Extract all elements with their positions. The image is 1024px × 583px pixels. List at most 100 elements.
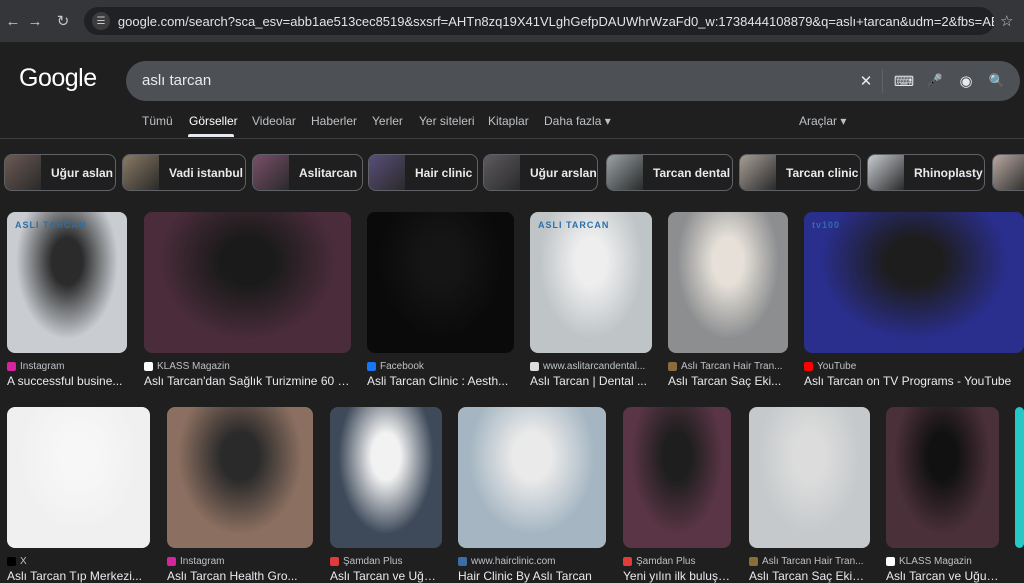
address-bar[interactable]: ☰ google.com/search?sca_esv=abb1ae513cec… xyxy=(84,7,994,35)
related-chip[interactable]: Tarcan clinic xyxy=(739,154,861,191)
image-result-thumbnail[interactable] xyxy=(458,407,606,548)
source-name: Instagram xyxy=(20,361,65,372)
tab-places[interactable]: Yerler xyxy=(372,114,403,128)
url-text[interactable]: google.com/search?sca_esv=abb1ae513cec85… xyxy=(118,14,994,29)
forward-icon[interactable]: → xyxy=(22,0,48,42)
bookmark-star-icon[interactable]: ☆ xyxy=(1000,12,1013,30)
image-result-thumbnail[interactable] xyxy=(886,407,999,548)
result-title[interactable]: Aslı Tarcan Health Gro... xyxy=(167,569,313,583)
tab-images[interactable]: Görseller xyxy=(189,114,238,128)
tab-books[interactable]: Kitaplar xyxy=(488,114,529,128)
image-result-thumbnail[interactable] xyxy=(749,407,870,548)
related-chip[interactable]: Uğur arslan xyxy=(483,154,598,191)
source-name: Şamdan Plus xyxy=(343,556,403,567)
related-chip[interactable]: Hair clinic xyxy=(368,154,478,191)
result-title[interactable]: Aslı Tarcan'dan Sağlık Turizmine 60 M... xyxy=(144,374,351,388)
image-result-thumbnail[interactable] xyxy=(144,212,351,353)
keyboard-icon[interactable]: ⌨ xyxy=(894,71,914,91)
search-icon[interactable]: 🔍 xyxy=(987,71,1007,91)
source-name: YouTube xyxy=(817,361,857,372)
image-result-thumbnail[interactable] xyxy=(623,407,731,548)
tab-videos[interactable]: Videolar xyxy=(252,114,296,128)
chip-thumbnail xyxy=(5,155,41,190)
related-chip[interactable]: Tarcan dental xyxy=(606,154,733,191)
google-logo[interactable]: Google xyxy=(19,64,97,93)
related-chip[interactable] xyxy=(992,154,1024,191)
favicon-icon xyxy=(749,557,758,566)
browser-toolbar: ← → ↻ ☰ google.com/search?sca_esv=abb1ae… xyxy=(0,0,1024,42)
related-chip[interactable]: Aslitarcan xyxy=(252,154,363,191)
result-title[interactable]: Aslı Tarcan | Dental ... xyxy=(530,374,652,388)
result-source[interactable]: YouTube xyxy=(804,361,1024,372)
source-name: KLASS Magazin xyxy=(157,361,230,372)
chip-thumbnail xyxy=(123,155,159,190)
favicon-icon xyxy=(886,557,895,566)
lens-icon[interactable]: ◉ xyxy=(956,71,976,91)
result-title[interactable]: Aslı Tarcan on TV Programs - YouTube xyxy=(804,374,1024,388)
chip-label: Uğur arslan xyxy=(530,165,597,180)
image-result-thumbnail[interactable] xyxy=(1015,407,1024,548)
image-result-thumbnail[interactable] xyxy=(330,407,442,548)
tab-more[interactable]: Daha fazla ▾ xyxy=(544,114,611,128)
site-info-icon[interactable]: ☰ xyxy=(92,12,110,30)
source-name: Facebook xyxy=(380,361,424,372)
result-source[interactable]: X xyxy=(7,556,150,567)
search-input[interactable]: aslı tarcan xyxy=(142,72,211,89)
result-source[interactable]: Aslı Tarcan Hair Tran... xyxy=(749,556,870,567)
tab-all[interactable]: Tümü xyxy=(142,114,173,128)
result-title[interactable]: A successful busine... xyxy=(7,374,127,388)
chip-label: Rhinoplasty xyxy=(914,165,983,180)
source-name: Instagram xyxy=(180,556,225,567)
favicon-icon xyxy=(367,362,376,371)
result-source[interactable]: Şamdan Plus xyxy=(330,556,442,567)
image-result-thumbnail[interactable] xyxy=(167,407,313,548)
favicon-icon xyxy=(330,557,339,566)
chip-label: Aslitarcan xyxy=(299,165,358,180)
related-chip[interactable]: Vadi istanbul xyxy=(122,154,246,191)
result-title[interactable]: Aslı Tarcan ve Uğur A... xyxy=(330,569,442,583)
result-source[interactable]: Aslı Tarcan Hair Tran... xyxy=(668,361,788,372)
image-result-thumbnail[interactable] xyxy=(367,212,514,353)
result-title[interactable]: Hair Clinic By Aslı Tarcan xyxy=(458,569,606,583)
result-source[interactable]: Facebook xyxy=(367,361,514,372)
result-title[interactable]: Aslı Tarcan Tıp Merkezi... xyxy=(7,569,150,583)
image-result-thumbnail[interactable] xyxy=(7,407,150,548)
reload-icon[interactable]: ↻ xyxy=(50,0,76,42)
image-result-thumbnail[interactable]: ASLI TARCAN xyxy=(7,212,127,353)
source-name: Aslı Tarcan Hair Tran... xyxy=(762,556,864,567)
mic-icon[interactable]: 🎤 xyxy=(925,71,945,91)
related-chip[interactable]: Uğur aslan xyxy=(4,154,116,191)
favicon-icon xyxy=(458,557,467,566)
result-source[interactable]: KLASS Magazin xyxy=(144,361,351,372)
result-title[interactable]: Yeni yılın ilk buluşması xyxy=(623,569,731,583)
favicon-icon xyxy=(167,557,176,566)
related-chip[interactable]: Rhinoplasty xyxy=(867,154,985,191)
result-source[interactable]: www.aslitarcandental... xyxy=(530,361,652,372)
tools-button[interactable]: Araçlar ▾ xyxy=(799,114,846,128)
image-result-thumbnail[interactable]: ASLI TARCAN xyxy=(530,212,652,353)
favicon-icon xyxy=(530,362,539,371)
result-source[interactable]: Şamdan Plus xyxy=(623,556,731,567)
result-source[interactable]: KLASS Magazin xyxy=(886,556,999,567)
source-name: KLASS Magazin xyxy=(899,556,972,567)
tab-news[interactable]: Haberler xyxy=(311,114,357,128)
result-title[interactable]: Aslı Tarcan Saç Ekimi... xyxy=(749,569,870,583)
result-title[interactable]: Aslı Tarcan ve Uğur ... xyxy=(886,569,999,583)
chip-label: Tarcan dental xyxy=(653,165,731,180)
tab-local-sites[interactable]: Yer siteleri xyxy=(419,114,475,128)
chip-label: Vadi istanbul xyxy=(169,165,244,180)
result-source[interactable]: Instagram xyxy=(167,556,313,567)
favicon-icon xyxy=(804,362,813,371)
source-name: Aslı Tarcan Hair Tran... xyxy=(681,361,783,372)
clear-icon[interactable]: ✕ xyxy=(856,71,876,91)
result-source[interactable]: Instagram xyxy=(7,361,127,372)
favicon-icon xyxy=(7,557,16,566)
result-title[interactable]: Aslı Tarcan Saç Eki... xyxy=(668,374,788,388)
result-title[interactable]: Asli Tarcan Clinic : Aesth... xyxy=(367,374,514,388)
image-result-thumbnail[interactable] xyxy=(668,212,788,353)
chip-thumbnail xyxy=(868,155,904,190)
image-result-thumbnail[interactable]: tv100 xyxy=(804,212,1024,353)
image-logo-text: tv100 xyxy=(812,220,841,230)
result-source[interactable]: www.hairclinic.com xyxy=(458,556,606,567)
search-box[interactable]: aslı tarcan ✕ ⌨ 🎤 ◉ 🔍 xyxy=(126,61,1020,101)
